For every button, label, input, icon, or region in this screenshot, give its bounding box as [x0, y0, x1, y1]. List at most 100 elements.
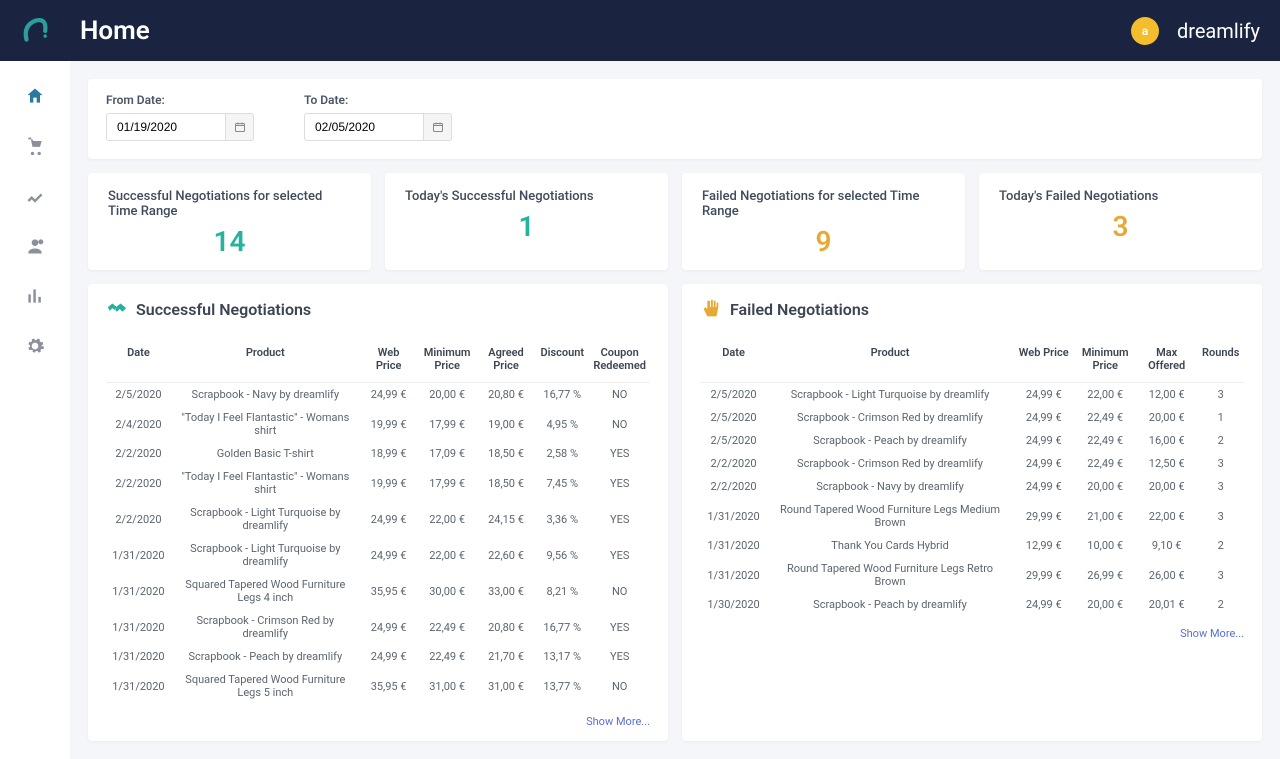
table-cell: 3 [1197, 498, 1244, 534]
stat-success-range: Successful Negotiations for selected Tim… [88, 173, 371, 270]
table-cell: 24,99 € [1013, 429, 1074, 452]
stat-value: 14 [108, 225, 351, 258]
table-cell: 24,15 € [477, 501, 535, 537]
table-cell: 22,00 € [417, 501, 476, 537]
table-cell: 7,45 % [535, 465, 589, 501]
home-icon[interactable] [25, 86, 45, 106]
table-cell: 22,00 € [1074, 383, 1135, 407]
column-header: Date [106, 340, 171, 383]
table-cell: 12,99 € [1013, 534, 1074, 557]
show-more-link[interactable]: Show More... [1180, 627, 1244, 640]
table-cell: Scrapbook - Crimson Red by dreamlify [767, 406, 1013, 429]
table-cell: 17,99 € [417, 465, 476, 501]
table-cell: 24,99 € [1013, 406, 1074, 429]
stat-value: 9 [702, 225, 945, 258]
column-header: AgreedPrice [477, 340, 535, 383]
column-header: Rounds [1197, 340, 1244, 383]
table-cell: 1/31/2020 [700, 534, 767, 557]
table-cell: 8,21 % [535, 573, 589, 609]
table-cell: 24,99 € [360, 383, 418, 407]
table-cell: 2/2/2020 [700, 475, 767, 498]
table-cell: 20,80 € [477, 383, 535, 407]
table-cell: 16,77 % [535, 383, 589, 407]
stat-success-today: Today's Successful Negotiations 1 [385, 173, 668, 270]
table-row: 2/5/2020Scrapbook - Light Turquoise by d… [700, 383, 1244, 407]
table-cell: 22,49 € [1074, 406, 1135, 429]
table-row: 2/2/2020Scrapbook - Navy by dreamlify24,… [700, 475, 1244, 498]
table-cell: 33,00 € [477, 573, 535, 609]
table-row: 1/31/2020Round Tapered Wood Furniture Le… [700, 498, 1244, 534]
table-cell: 17,99 € [417, 406, 476, 442]
table-cell: NO [589, 573, 650, 609]
table-cell: 17,09 € [417, 442, 476, 465]
table-cell: 24,99 € [1013, 593, 1074, 616]
failed-table: DateProductWeb PriceMinimumPriceMaxOffer… [700, 340, 1244, 616]
table-cell: 12,50 € [1136, 452, 1197, 475]
table-cell: 22,49 € [1074, 452, 1135, 475]
table-cell: 22,49 € [1074, 429, 1135, 452]
avatar[interactable]: a [1131, 17, 1159, 45]
success-table: DateProductWeb PriceMinimumPriceAgreedPr… [106, 340, 650, 704]
table-cell: NO [589, 406, 650, 442]
table-cell: 1/31/2020 [106, 537, 171, 573]
from-date-label: From Date: [106, 93, 254, 107]
table-cell: 10,00 € [1074, 534, 1135, 557]
stat-value: 1 [405, 210, 648, 243]
table-cell: 1/31/2020 [106, 609, 171, 645]
gear-icon[interactable] [25, 336, 45, 356]
table-cell: NO [589, 668, 650, 704]
table-cell: 21,70 € [477, 645, 535, 668]
table-cell: Squared Tapered Wood Furniture Legs 4 in… [171, 573, 360, 609]
table-cell: Scrapbook - Crimson Red by dreamlify [767, 452, 1013, 475]
logo-icon [18, 14, 52, 48]
bar-chart-icon[interactable] [25, 286, 45, 306]
username[interactable]: dreamlify [1177, 19, 1260, 43]
from-date-input[interactable] [106, 113, 226, 141]
stat-title: Failed Negotiations for selected Time Ra… [702, 189, 945, 219]
table-cell: 16,00 € [1136, 429, 1197, 452]
table-cell: Golden Basic T-shirt [171, 442, 360, 465]
cart-icon[interactable] [25, 136, 45, 156]
to-date-input[interactable] [304, 113, 424, 141]
table-cell: 16,77 % [535, 609, 589, 645]
tables-row: Successful Negotiations DateProductWeb P… [88, 284, 1262, 741]
table-cell: 31,00 € [417, 668, 476, 704]
column-header: CouponRedeemed [589, 340, 650, 383]
to-date-picker-button[interactable] [424, 113, 452, 141]
column-header: Product [171, 340, 360, 383]
column-header: Web Price [1013, 340, 1074, 383]
table-title: Successful Negotiations [136, 300, 311, 319]
table-cell: Scrapbook - Navy by dreamlify [171, 383, 360, 407]
table-cell: 18,99 € [360, 442, 418, 465]
table-row: 1/31/2020Thank You Cards Hybrid12,99 €10… [700, 534, 1244, 557]
table-cell: 3,36 % [535, 501, 589, 537]
table-cell: Scrapbook - Light Turquoise by dreamlify [171, 537, 360, 573]
table-cell: Scrapbook - Crimson Red by dreamlify [171, 609, 360, 645]
table-cell: YES [589, 609, 650, 645]
table-cell: 19,00 € [477, 406, 535, 442]
table-cell: 24,99 € [360, 609, 418, 645]
table-row: 2/2/2020Scrapbook - Light Turquoise by d… [106, 501, 650, 537]
table-row: 2/4/2020"Today I Feel Flantastic" - Woma… [106, 406, 650, 442]
table-cell: YES [589, 537, 650, 573]
table-title: Failed Negotiations [730, 300, 869, 319]
calendar-icon [432, 121, 444, 133]
table-cell: 3 [1197, 475, 1244, 498]
show-more-link[interactable]: Show More... [586, 715, 650, 728]
table-cell: 20,00 € [417, 383, 476, 407]
app-logo[interactable] [10, 14, 60, 48]
table-cell: 2/2/2020 [106, 442, 171, 465]
column-header: Discount [535, 340, 589, 383]
sidebar [0, 61, 70, 759]
column-header: MaxOffered [1136, 340, 1197, 383]
from-date-picker-button[interactable] [226, 113, 254, 141]
users-icon[interactable] [25, 236, 45, 256]
table-cell: 3 [1197, 383, 1244, 407]
table-cell: 29,99 € [1013, 557, 1074, 593]
table-cell: Scrapbook - Light Turquoise by dreamlify [171, 501, 360, 537]
table-cell: 24,99 € [360, 645, 418, 668]
chart-line-icon[interactable] [25, 186, 45, 206]
table-cell: 2/5/2020 [700, 429, 767, 452]
table-cell: Scrapbook - Peach by dreamlify [767, 429, 1013, 452]
table-cell: 2/2/2020 [700, 452, 767, 475]
